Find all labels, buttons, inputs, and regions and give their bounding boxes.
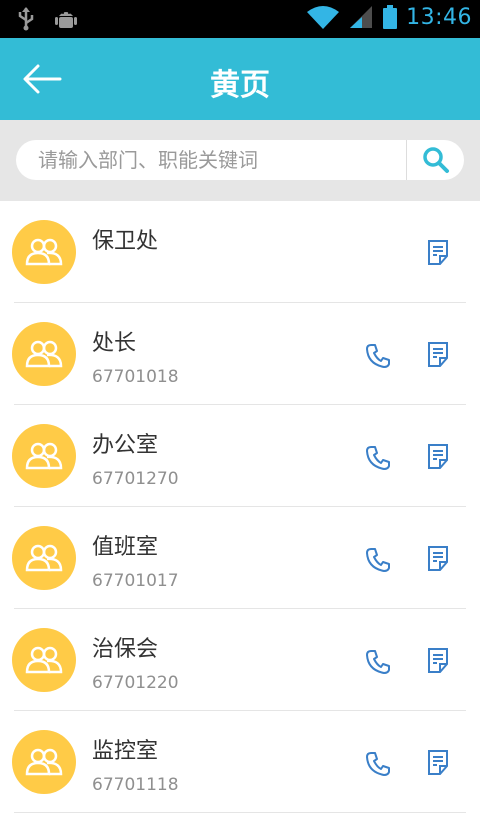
contact-list: 保卫处 处长 67701018 办公室 67701270 值班室 6770101… <box>0 201 480 813</box>
contact-row[interactable]: 处长 67701018 <box>0 303 480 405</box>
contact-name: 保卫处 <box>92 229 159 254</box>
wifi-icon <box>307 6 340 29</box>
avatar <box>12 424 76 488</box>
avatar <box>12 220 76 284</box>
avatar <box>12 526 76 590</box>
contact-row[interactable]: 保卫处 <box>0 201 480 303</box>
note-button[interactable] <box>426 239 452 267</box>
contact-row[interactable]: 值班室 67701017 <box>0 507 480 609</box>
page-title: 黄页 <box>210 68 270 103</box>
note-icon <box>428 750 448 775</box>
contact-name: 监控室 <box>92 739 159 764</box>
note-icon <box>428 240 448 265</box>
contact-phone: 67701220 <box>92 673 179 693</box>
avatar <box>12 628 76 692</box>
search-input[interactable] <box>16 140 428 180</box>
phone-icon <box>366 548 390 572</box>
phone-icon <box>366 446 390 470</box>
contact-name: 处长 <box>92 331 137 356</box>
call-button[interactable] <box>364 444 392 472</box>
avatar <box>12 730 76 794</box>
contact-phone: 67701118 <box>92 775 179 795</box>
search-area <box>0 120 480 201</box>
title-bar: 黄页 <box>0 38 480 120</box>
note-button[interactable] <box>426 341 452 369</box>
avatar <box>12 322 76 386</box>
usb-icon <box>18 7 34 31</box>
note-icon <box>428 444 448 469</box>
contact-row[interactable]: 治保会 67701220 <box>0 609 480 711</box>
group-avatar-icon <box>25 442 63 470</box>
call-button[interactable] <box>364 648 392 676</box>
group-avatar-icon <box>25 646 63 674</box>
clock: 13:46 <box>406 4 472 30</box>
note-icon <box>428 648 448 673</box>
contact-phone: 67701017 <box>92 571 179 591</box>
contact-phone: 67701018 <box>92 367 179 387</box>
call-button[interactable] <box>364 342 392 370</box>
group-avatar-icon <box>25 748 63 776</box>
search-icon <box>422 147 449 173</box>
contact-name: 治保会 <box>92 637 159 662</box>
note-button[interactable] <box>426 647 452 675</box>
note-icon <box>428 546 448 571</box>
group-avatar-icon <box>25 544 63 572</box>
android-debug-icon <box>55 12 77 28</box>
search-button[interactable] <box>407 140 464 180</box>
battery-icon <box>383 5 398 29</box>
call-button[interactable] <box>364 750 392 778</box>
contact-name: 办公室 <box>92 433 159 458</box>
contact-row[interactable]: 监控室 67701118 <box>0 711 480 813</box>
contact-name: 值班室 <box>92 535 159 560</box>
note-button[interactable] <box>426 443 452 471</box>
phone-icon <box>366 752 390 776</box>
note-icon <box>428 342 448 367</box>
phone-icon <box>366 344 390 368</box>
phone-icon <box>366 650 390 674</box>
status-bar: 13:46 <box>0 0 480 38</box>
note-button[interactable] <box>426 749 452 777</box>
contact-phone: 67701270 <box>92 469 179 489</box>
group-avatar-icon <box>25 340 63 368</box>
call-button[interactable] <box>364 546 392 574</box>
signal-icon <box>350 6 373 28</box>
search-box <box>16 140 464 180</box>
group-avatar-icon <box>25 238 63 266</box>
note-button[interactable] <box>426 545 452 573</box>
contact-row[interactable]: 办公室 67701270 <box>0 405 480 507</box>
